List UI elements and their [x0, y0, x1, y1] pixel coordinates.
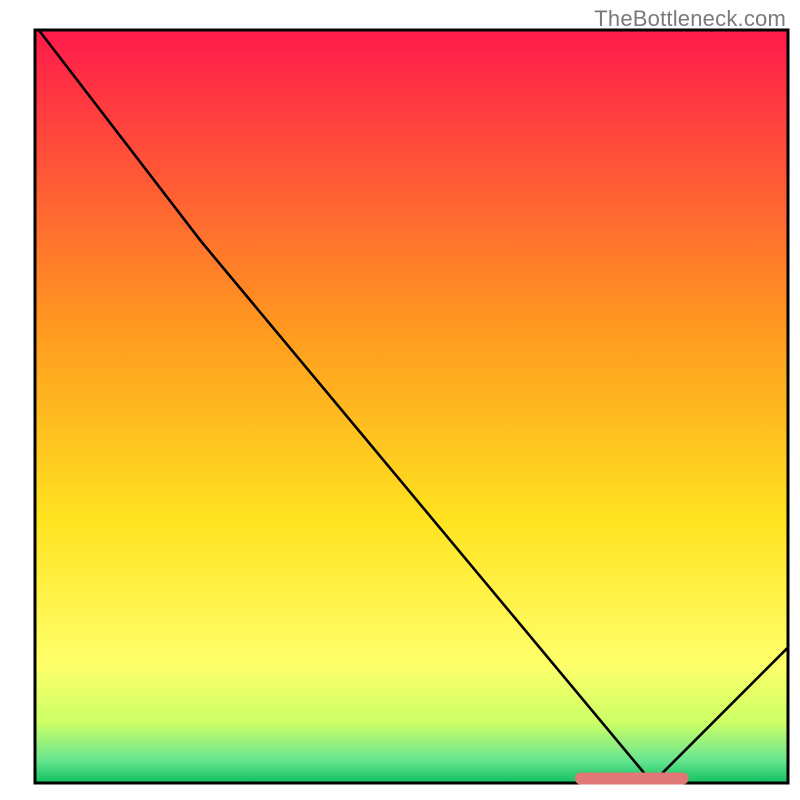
plot-background — [35, 30, 788, 783]
bottleneck-chart — [0, 0, 800, 800]
chart-frame: TheBottleneck.com — [0, 0, 800, 800]
